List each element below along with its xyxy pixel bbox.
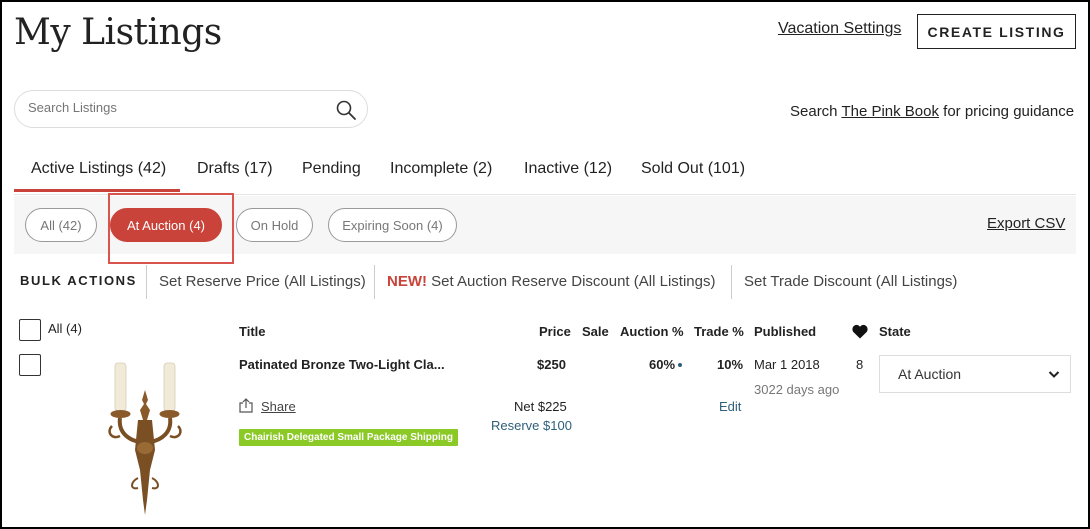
tab-pending[interactable]: Pending	[302, 160, 361, 178]
pricing-guidance: Search The Pink Book for pricing guidanc…	[790, 103, 1075, 120]
export-csv-link[interactable]: Export CSV	[987, 215, 1065, 232]
highlight-annotation	[108, 193, 234, 264]
column-trade-pct[interactable]: Trade %	[694, 324, 744, 339]
tab-incomplete[interactable]: Incomplete (2)	[390, 160, 492, 178]
create-listing-button[interactable]: CREATE LISTING	[917, 14, 1076, 49]
tab-inactive[interactable]: Inactive (12)	[524, 160, 612, 178]
chevron-down-icon	[1048, 371, 1060, 378]
tab-sold-out[interactable]: Sold Out (101)	[641, 160, 745, 178]
published-date: Mar 1 2018	[754, 357, 820, 372]
trade-percent: 10%	[717, 357, 744, 372]
select-all-checkbox[interactable]	[19, 319, 41, 341]
auction-percent: 60%	[649, 357, 676, 372]
column-published[interactable]: Published	[754, 324, 816, 339]
filter-all[interactable]: All (42)	[25, 208, 97, 242]
tab-drafts[interactable]: Drafts (17)	[197, 160, 273, 178]
new-badge: NEW!	[387, 273, 427, 290]
divider	[374, 265, 375, 299]
listing-price: $250	[537, 357, 566, 372]
row-checkbox[interactable]	[19, 354, 41, 376]
active-tab-indicator	[14, 189, 180, 192]
heart-icon[interactable]	[852, 324, 868, 339]
column-price[interactable]: Price	[539, 324, 571, 339]
tab-active-listings[interactable]: Active Listings (42)	[31, 160, 166, 178]
listing-reserve: Reserve $100	[491, 418, 572, 433]
bulk-actions-label: BULK ACTIONS	[20, 273, 137, 288]
info-dot-icon	[678, 363, 682, 367]
edit-link[interactable]: Edit	[719, 399, 741, 414]
set-trade-discount-button[interactable]: Set Trade Discount (All Listings)	[744, 273, 957, 290]
page-title: My Listings	[14, 12, 222, 53]
listing-tabs: Active Listings (42) Drafts (17) Pending…	[14, 152, 1076, 195]
vacation-settings-link[interactable]: Vacation Settings	[778, 20, 901, 38]
filter-bar: All (42) At Auction (4) On Hold Expiring…	[14, 193, 1076, 264]
column-title[interactable]: Title	[239, 324, 266, 339]
search-icon[interactable]	[335, 99, 357, 121]
listing-net: Net $225	[514, 399, 567, 414]
divider	[731, 265, 732, 299]
select-all-label: All (4)	[48, 321, 82, 336]
shipping-badge: Chairish Delegated Small Package Shippin…	[239, 429, 458, 446]
search-input[interactable]	[28, 100, 318, 115]
column-state[interactable]: State	[879, 324, 911, 339]
pink-book-link[interactable]: The Pink Book	[841, 103, 939, 120]
listing-title-link[interactable]: Patinated Bronze Two-Light Cla...	[239, 357, 445, 372]
divider	[146, 265, 147, 299]
listing-thumbnail[interactable]	[100, 360, 190, 518]
column-auction-pct[interactable]: Auction %	[620, 324, 684, 339]
share-icon[interactable]	[239, 398, 253, 413]
favorites-count: 8	[856, 357, 864, 372]
set-auction-reserve-discount-button[interactable]: NEW! Set Auction Reserve Discount (All L…	[387, 273, 715, 290]
share-link[interactable]: Share	[261, 399, 296, 414]
column-sale[interactable]: Sale	[582, 324, 609, 339]
filter-expiring-soon[interactable]: Expiring Soon (4)	[328, 208, 457, 242]
published-ago: 3022 days ago	[754, 382, 840, 397]
state-select[interactable]: At Auction	[879, 355, 1071, 393]
set-reserve-price-button[interactable]: Set Reserve Price (All Listings)	[159, 273, 366, 290]
search-box	[14, 90, 368, 128]
filter-on-hold[interactable]: On Hold	[236, 208, 313, 242]
